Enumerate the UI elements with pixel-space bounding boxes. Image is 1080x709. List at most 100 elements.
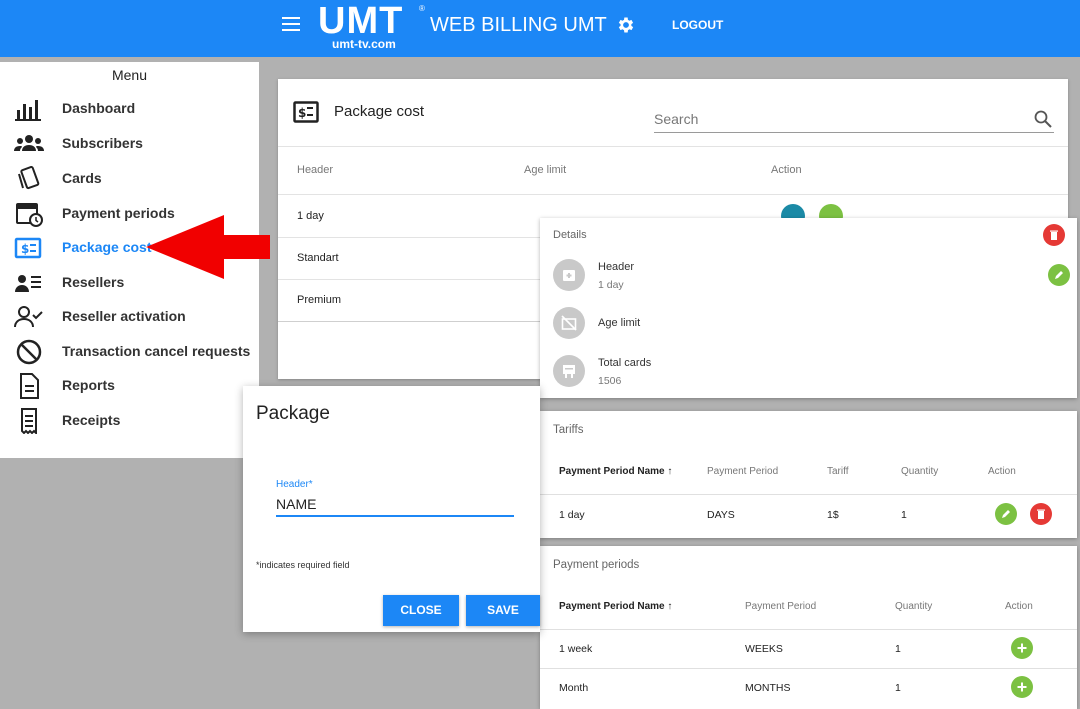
column-header-payment-period: Payment Period (707, 466, 779, 477)
column-header-action: Action (988, 466, 1016, 477)
column-header-payment-period-name[interactable]: Payment Period Name ↑ (559, 466, 672, 477)
folder-icon (563, 270, 575, 281)
divider (540, 668, 1077, 669)
section-title: Tariffs (553, 424, 584, 436)
sidebar-item-receipts[interactable]: Receipts (0, 404, 259, 438)
tariffs-panel: Tariffs Payment Period Name ↑ Payment Pe… (540, 411, 1077, 538)
package-dialog: Package Header* *indicates required fiel… (243, 386, 540, 632)
column-header-quantity: Quantity (901, 466, 939, 477)
total-cards-value: 1506 (598, 375, 622, 387)
svg-text:$: $ (21, 242, 29, 256)
column-header-header: Header (297, 164, 334, 176)
section-title: Payment periods (553, 559, 640, 571)
sidebar-item-reports[interactable]: Reports (0, 369, 259, 403)
table-cell: 1 day (559, 509, 585, 521)
header-field-label: Header* (276, 479, 313, 490)
cards-icon (563, 365, 575, 378)
divider (278, 194, 1068, 195)
calendar-clock-icon (16, 203, 43, 227)
table-cell: 1 (895, 643, 901, 655)
logout-button[interactable]: LOGOUT (672, 18, 723, 32)
dialog-title: Package (256, 403, 330, 424)
users-icon (14, 135, 44, 151)
sidebar-item-label: Transaction cancel requests (62, 343, 251, 359)
plus-icon (1017, 643, 1027, 653)
table-cell: DAYS (707, 509, 735, 521)
logo: UMT ® umt-tv.com (318, 0, 430, 52)
header-badge (553, 259, 585, 291)
close-button[interactable]: CLOSE (383, 595, 459, 626)
sort-arrow-icon: ↑ (667, 466, 673, 477)
table-row[interactable]: Premium (297, 294, 341, 306)
save-button[interactable]: SAVE (466, 595, 540, 626)
divider (540, 629, 1077, 630)
user-check-icon (14, 306, 43, 328)
total-cards-label: Total cards (598, 357, 652, 369)
add-button[interactable] (1011, 676, 1033, 698)
divider (540, 494, 1077, 495)
pencil-icon (1002, 510, 1010, 518)
sidebar-item-label: Package cost (62, 239, 152, 255)
total-cards-badge (553, 355, 585, 387)
table-row[interactable]: Standart (297, 252, 339, 264)
logo-registered-mark: ® (419, 4, 425, 13)
app-title: WEB BILLING UMT (430, 14, 607, 36)
sidebar-item-label: Cards (62, 170, 102, 186)
edit-button[interactable] (1048, 264, 1070, 286)
table-row[interactable]: 1 day (297, 210, 324, 222)
trash-icon (1037, 509, 1045, 519)
sidebar-item-subscribers[interactable]: Subscribers (0, 127, 259, 161)
table-cell: Month (559, 682, 589, 694)
sidebar-item-cards[interactable]: Cards (0, 162, 259, 196)
table-cell: 1 (901, 509, 907, 521)
table-cell: MONTHS (745, 682, 791, 694)
delete-button[interactable] (1043, 224, 1065, 246)
receipt-icon (21, 408, 37, 434)
column-header-tariff: Tariff (827, 466, 849, 477)
header-label: Header (598, 261, 635, 273)
top-bar: UMT ® umt-tv.com WEB BILLING UMT LOGOUT (0, 0, 1080, 57)
required-note: *indicates required field (256, 560, 350, 570)
header-value: 1 day (598, 279, 624, 291)
pencil-icon (1055, 271, 1063, 279)
plus-icon (1017, 682, 1027, 692)
age-limit-label: Age limit (598, 317, 641, 329)
tv-off-icon (561, 315, 577, 331)
search-input[interactable] (654, 107, 1024, 131)
cancel-icon (16, 339, 42, 365)
page-title: Package cost (334, 103, 425, 120)
reseller-list-icon (15, 275, 41, 292)
table-cell: 1 week (559, 643, 593, 655)
section-title: Details (553, 229, 587, 241)
sidebar-item-label: Subscribers (62, 135, 143, 151)
details-panel: Details Header 1 day Age limit Total car… (540, 218, 1077, 398)
column-header-payment-period-name[interactable]: Payment Period Name ↑ (559, 601, 672, 612)
delete-button[interactable] (1030, 503, 1052, 525)
menu-title: Menu (111, 67, 148, 83)
column-header-payment-period: Payment Period (745, 601, 817, 612)
edit-button[interactable] (995, 503, 1017, 525)
sidebar-item-label: Reports (62, 377, 115, 393)
bar-chart-icon (15, 100, 41, 121)
sidebar-item-reseller-activation[interactable]: Reseller activation (0, 300, 259, 334)
header-field[interactable] (276, 493, 514, 517)
logo-subtitle: umt-tv.com (332, 37, 396, 51)
table-cell: WEEKS (745, 643, 783, 655)
column-header-age-limit: Age limit (524, 164, 567, 176)
sidebar-item-transaction-cancel-requests[interactable]: Transaction cancel requests (0, 335, 259, 369)
sidebar-item-label: Resellers (62, 274, 125, 290)
price-tag-icon: $ (293, 101, 319, 123)
hamburger-icon[interactable] (282, 17, 300, 31)
column-header-action: Action (1005, 601, 1033, 612)
gear-icon[interactable] (616, 15, 636, 35)
sidebar-item-dashboard[interactable]: Dashboard (0, 92, 259, 126)
add-button[interactable] (1011, 637, 1033, 659)
search-icon[interactable] (1034, 110, 1052, 128)
price-tag-icon: $ (14, 237, 42, 259)
search-bar (654, 107, 1054, 133)
divider (278, 146, 1068, 147)
sidebar-item-label: Receipts (62, 412, 121, 428)
svg-text:$: $ (298, 106, 306, 120)
sidebar-item-label: Reseller activation (62, 308, 186, 324)
trash-icon (1050, 230, 1058, 240)
